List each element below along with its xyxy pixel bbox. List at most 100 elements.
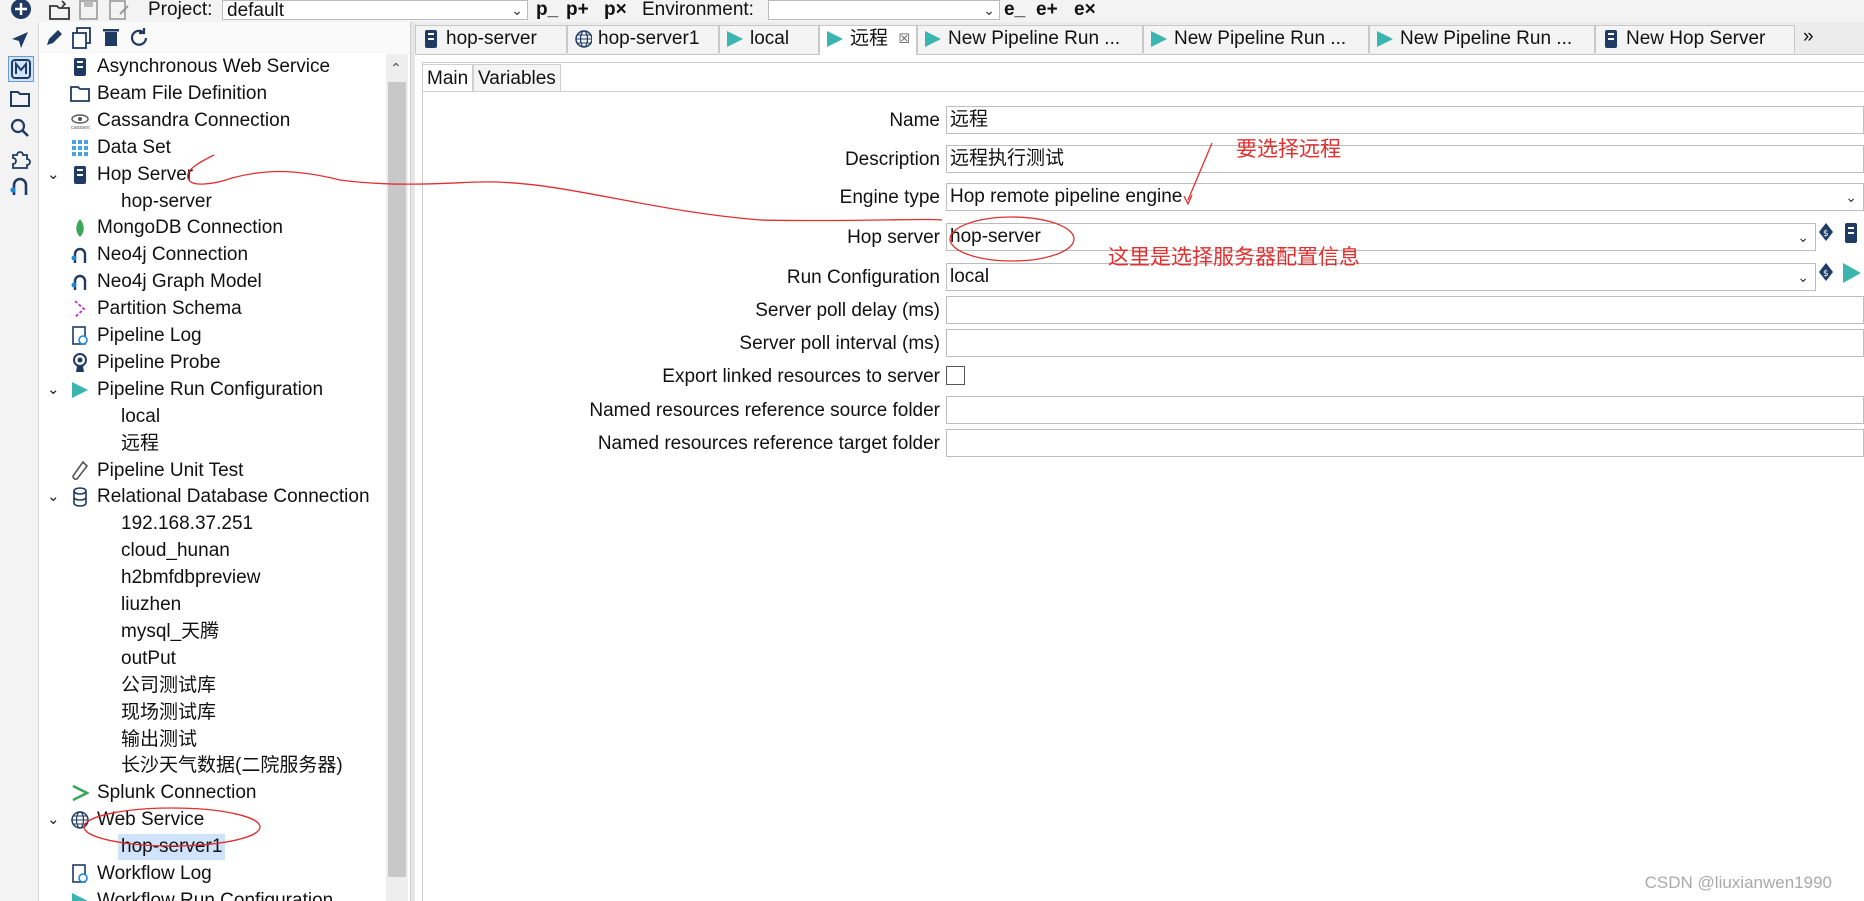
tree-item-cassandra-connection[interactable]: cassandra Cassandra Connection <box>39 108 384 134</box>
project-edit-button[interactable]: p_ <box>536 0 558 20</box>
name-value: 远程 <box>950 109 989 130</box>
variable-icon[interactable]: $ <box>1817 221 1835 243</box>
tab-1[interactable]: hop-server1 <box>567 25 719 53</box>
tree-child-item[interactable]: hop-server1 <box>39 834 384 861</box>
tree-child-item[interactable]: cloud_hunan <box>39 538 384 564</box>
poll-interval-field[interactable] <box>946 329 1864 357</box>
scroll-up-icon[interactable]: ⌃ <box>390 60 402 77</box>
hop-server-select[interactable]: hop-server ⌄ <box>946 223 1816 251</box>
add-icon[interactable] <box>10 0 32 20</box>
neo4j-icon[interactable] <box>8 174 32 198</box>
environment-select[interactable]: ⌄ <box>768 0 1000 20</box>
source-folder-label: Named resources reference source folder <box>589 400 940 421</box>
tree-item-mongodb-connection[interactable]: MongoDB Connection <box>39 215 384 241</box>
folder-icon[interactable] <box>8 86 32 110</box>
tree-child-item[interactable]: mysql_天腾 <box>39 619 384 645</box>
tree-child-item[interactable]: 输出测试 <box>39 727 384 753</box>
tree-item-pipeline-run-configuration[interactable]: ⌄ Pipeline Run Configuration <box>39 377 384 403</box>
tree-item-partition-schema[interactable]: Partition Schema <box>39 296 384 322</box>
environment-label: Environment: <box>642 0 754 20</box>
edit-icon[interactable] <box>44 28 64 54</box>
tab-3[interactable]: 远程 ☒ <box>819 25 917 55</box>
search-icon[interactable] <box>8 116 32 140</box>
tree-item-label: Relational Database Connection <box>97 486 370 508</box>
description-field[interactable]: 远程执行测试 <box>946 145 1864 173</box>
tree-item-neo4j-graph-model[interactable]: Neo4j Graph Model <box>39 269 384 295</box>
tree-item-data-set[interactable]: Data Set <box>39 135 384 161</box>
plugin-icon[interactable] <box>8 146 32 170</box>
duplicate-icon[interactable] <box>72 27 92 55</box>
tab-0[interactable]: hop-server <box>415 25 567 53</box>
svg-text:$: $ <box>1823 269 1829 279</box>
chevron-down-icon[interactable]: ⌄ <box>47 484 63 510</box>
delete-icon[interactable] <box>102 27 120 53</box>
tree-item-neo4j-connection[interactable]: Neo4j Connection <box>39 242 384 268</box>
tree-child-label: 公司测试库 <box>121 674 217 696</box>
tree-child-item[interactable]: 远程 <box>39 431 384 457</box>
source-folder-field[interactable] <box>946 396 1864 424</box>
chevron-down-icon[interactable]: ⌄ <box>47 377 63 403</box>
tree-child-item[interactable]: liuzhen <box>39 592 384 618</box>
tab-6[interactable]: New Pipeline Run ... <box>1369 25 1595 53</box>
tree-item-beam-file-definition[interactable]: Beam File Definition <box>39 81 384 107</box>
tree-item-asynchronous-web-service[interactable]: Asynchronous Web Service <box>39 54 384 80</box>
tab-label: hop-server <box>446 28 537 49</box>
chevron-down-icon[interactable]: ⌄ <box>47 162 63 188</box>
cursor-icon[interactable] <box>8 28 32 52</box>
tree-item-web-service[interactable]: ⌄ Web Service <box>39 807 384 833</box>
tree-item-label: MongoDB Connection <box>97 217 283 239</box>
open-folder-icon[interactable] <box>48 0 72 20</box>
tab-7[interactable]: New Hop Server <box>1595 25 1795 53</box>
run-config-select[interactable]: local ⌄ <box>946 263 1816 291</box>
server-icon[interactable] <box>1842 222 1860 244</box>
project-delete-button[interactable]: p× <box>604 0 627 20</box>
tab-2[interactable]: local <box>719 25 819 53</box>
tab-main[interactable]: Main <box>422 64 474 92</box>
log-icon <box>70 864 90 884</box>
tab-overflow-button[interactable]: » <box>1803 26 1814 48</box>
hop-server-value: hop-server <box>950 226 1041 247</box>
tree-item-pipeline-log[interactable]: Pipeline Log <box>39 323 384 349</box>
environment-add-button[interactable]: e+ <box>1036 0 1058 20</box>
tree-item-pipeline-probe[interactable]: Pipeline Probe <box>39 350 384 376</box>
poll-delay-field[interactable] <box>946 296 1864 324</box>
variable-icon[interactable]: $ <box>1817 261 1835 283</box>
engine-type-select[interactable]: Hop remote pipeline engine ⌄ <box>946 183 1864 211</box>
tree-item-workflow-log[interactable]: Workflow Log <box>39 861 384 887</box>
refresh-icon[interactable] <box>128 27 150 55</box>
tree-item-relational-database-connection[interactable]: ⌄ Relational Database Connection <box>39 484 384 510</box>
tab-variables[interactable]: Variables <box>473 64 561 92</box>
project-select[interactable]: default ⌄ <box>222 0 528 20</box>
tree-child-item[interactable]: h2bmfdbpreview <box>39 565 384 591</box>
metadata-icon[interactable] <box>8 56 34 82</box>
environment-delete-button[interactable]: e× <box>1074 0 1096 20</box>
run-icon <box>826 30 844 48</box>
tree-child-item[interactable]: 192.168.37.251 <box>39 511 384 537</box>
tree-item-pipeline-unit-test[interactable]: Pipeline Unit Test <box>39 458 384 484</box>
tree-child-item[interactable]: outPut <box>39 646 384 672</box>
tab-4[interactable]: New Pipeline Run ... <box>917 25 1143 53</box>
tree-item-splunk-connection[interactable]: Splunk Connection <box>39 780 384 806</box>
close-icon[interactable]: ☒ <box>898 26 910 52</box>
server-icon <box>1602 30 1620 48</box>
tree-item-hop-server[interactable]: ⌄ Hop Server <box>39 162 384 188</box>
tree-child-item[interactable]: hop-server <box>39 189 384 215</box>
tree-scrollbar-thumb[interactable] <box>388 82 406 877</box>
export-checkbox[interactable] <box>946 366 965 385</box>
chevron-down-icon[interactable]: ⌄ <box>47 807 63 833</box>
name-field[interactable]: 远程 <box>946 106 1864 134</box>
tree-child-item[interactable]: 现场测试库 <box>39 700 384 726</box>
save-icon[interactable] <box>78 0 100 20</box>
tree-item-workflow-run-configuration[interactable]: Workflow Run Configuration <box>39 888 384 901</box>
tree-child-item[interactable]: 公司测试库 <box>39 673 384 699</box>
target-folder-field[interactable] <box>946 429 1864 457</box>
tree-item-label: Data Set <box>97 136 171 158</box>
tree-child-item[interactable]: 长沙天气数据(二院服务器) <box>39 753 384 779</box>
project-add-button[interactable]: p+ <box>566 0 589 20</box>
neo4j-icon <box>70 245 90 265</box>
tab-5[interactable]: New Pipeline Run ... <box>1143 25 1369 53</box>
tree-child-item[interactable]: local <box>39 404 384 430</box>
save-as-icon[interactable] <box>108 0 130 20</box>
run-icon[interactable] <box>1842 262 1860 284</box>
environment-edit-button[interactable]: e_ <box>1004 0 1025 20</box>
